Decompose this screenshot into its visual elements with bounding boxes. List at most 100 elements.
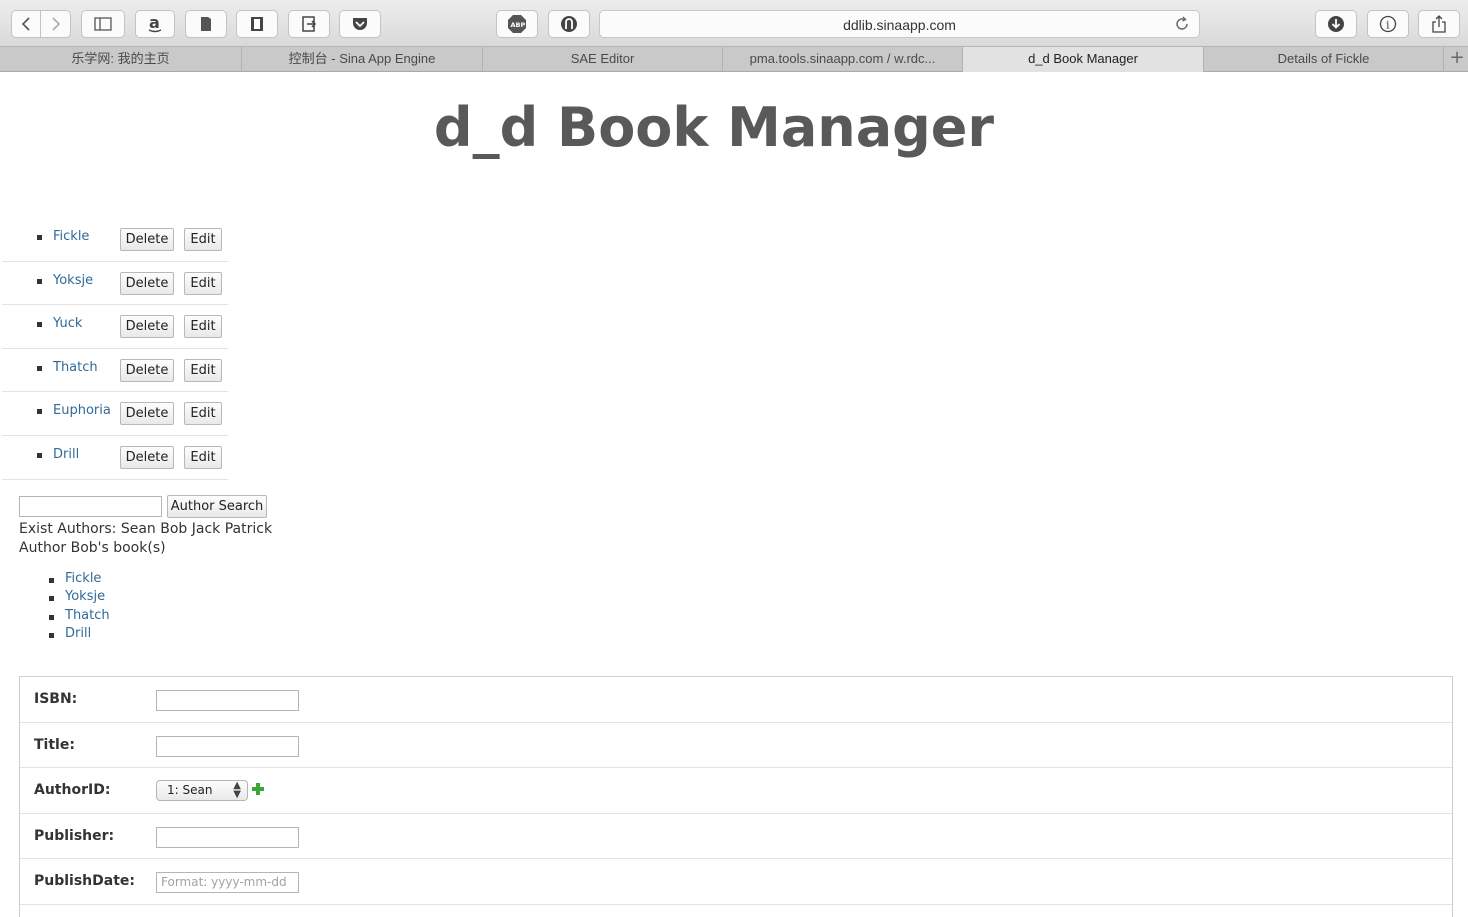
svg-text:a: a (149, 14, 160, 32)
share-out-icon (302, 16, 317, 32)
book-list: Fickle Delete Edit Yoksje Delete Edit Yu… (2, 218, 228, 480)
browser-toolbar: a ABP ddlib.sinaapp.com i (0, 0, 1468, 46)
book-row: Fickle Delete Edit (2, 218, 228, 262)
delete-button[interactable]: Delete (120, 445, 174, 469)
download-icon (1328, 16, 1344, 32)
book-link[interactable]: Yoksje (53, 273, 93, 288)
download-button[interactable] (1315, 10, 1357, 38)
book-link[interactable]: Yuck (53, 316, 82, 331)
publishdate-label: PublishDate: (34, 873, 136, 890)
edit-button[interactable]: Edit (184, 402, 222, 426)
sidebar-icon (94, 17, 112, 31)
form-row-isbn: ISBN: (20, 677, 1452, 723)
delete-button[interactable]: Delete (120, 271, 174, 295)
bullet-icon (37, 235, 42, 240)
bullet-icon (37, 409, 42, 415)
publishdate-field[interactable]: Format: yyyy-mm-dd (156, 872, 299, 894)
edit-button[interactable]: Edit (184, 358, 222, 382)
authorid-select[interactable]: 1: Sean ▲ ▼ (156, 780, 248, 802)
adblock-button[interactable]: ABP (496, 10, 538, 38)
bullet-icon (49, 578, 54, 583)
info-button[interactable]: i (1367, 10, 1409, 38)
reader-icon (251, 17, 263, 31)
author-books-heading: Author Bob's book(s) (19, 540, 166, 556)
share-icon (1432, 15, 1446, 33)
reader-button[interactable] (236, 10, 278, 38)
title-label: Title: (34, 736, 75, 753)
edit-button[interactable]: Edit (184, 228, 222, 251)
pocket-button[interactable] (339, 10, 381, 38)
tab-book-manager[interactable]: d_d Book Manager (963, 47, 1204, 72)
delete-button[interactable]: Delete (120, 358, 174, 382)
form-row-title: Title: (20, 723, 1452, 769)
author-search-button[interactable]: Author Search (167, 495, 267, 518)
book-link[interactable]: Drill (53, 447, 79, 462)
back-button[interactable] (11, 10, 41, 38)
bullet-icon (49, 632, 54, 638)
tab-sae-console[interactable]: 控制台 - Sina App Engine (242, 47, 483, 72)
add-book-form: ISBN: Title: AuthorID: 1: Sean ▲ ▼ Publis… (19, 676, 1453, 917)
book-row: Yoksje Delete Edit (2, 262, 228, 306)
tab-pma-tools[interactable]: pma.tools.sinaapp.com / w.rdc... (723, 47, 963, 72)
author-search-input[interactable] (19, 496, 162, 517)
back-icon (21, 17, 30, 31)
authorid-label: AuthorID: (34, 782, 111, 799)
address-bar[interactable]: ddlib.sinaapp.com (599, 10, 1200, 38)
svg-text:ABP: ABP (511, 21, 526, 29)
add-author-icon[interactable] (252, 783, 264, 796)
amazon-button[interactable]: a (135, 10, 175, 38)
tab-details-fickle[interactable]: Details of Fickle (1204, 47, 1444, 72)
form-row-publishdate: PublishDate: Format: yyyy-mm-dd (20, 859, 1452, 905)
publisher-field[interactable] (156, 826, 299, 848)
delete-button[interactable]: Delete (120, 228, 174, 251)
author-book-link[interactable]: Thatch (65, 608, 110, 623)
book-row: Euphoria Delete Edit (2, 392, 228, 436)
book-link[interactable]: Thatch (53, 360, 98, 375)
bookmark-icon (201, 17, 211, 31)
ghostery-icon (561, 16, 577, 32)
bullet-icon (37, 365, 42, 371)
bullet-icon (49, 614, 54, 620)
adblock-icon: ABP (508, 15, 526, 33)
book-link[interactable]: Fickle (53, 229, 89, 244)
select-arrows-icon: ▲ ▼ (233, 780, 241, 801)
share-out-button[interactable] (288, 10, 330, 38)
sidebar-button[interactable] (81, 10, 125, 38)
bullet-icon (37, 452, 42, 458)
ghostery-button[interactable] (548, 10, 590, 38)
edit-button[interactable]: Edit (184, 315, 222, 339)
tab-bar: 乐学网: 我的主页 控制台 - Sina App Engine SAE Edit… (0, 46, 1468, 72)
tab-sae-editor[interactable]: SAE Editor (483, 47, 723, 72)
tab-lexue[interactable]: 乐学网: 我的主页 (0, 47, 242, 72)
bookmark-button[interactable] (185, 10, 227, 38)
form-row-authorid: AuthorID: 1: Sean ▲ ▼ (20, 768, 1452, 814)
bullet-icon (49, 596, 54, 602)
info-icon: i (1379, 15, 1397, 33)
delete-button[interactable]: Delete (120, 315, 174, 339)
reload-icon[interactable] (1173, 15, 1191, 33)
isbn-label: ISBN: (34, 691, 78, 707)
author-book-link[interactable]: Fickle (65, 571, 101, 586)
forward-icon (51, 17, 60, 31)
exist-authors-text: Exist Authors: Sean Bob Jack Patrick (19, 521, 273, 537)
bullet-icon (37, 278, 42, 284)
edit-button[interactable]: Edit (184, 271, 222, 295)
svg-text:i: i (1386, 19, 1390, 32)
title-field[interactable] (156, 735, 299, 757)
author-book-link[interactable]: Yoksje (65, 589, 105, 604)
authorid-selected-value: 1: Sean (167, 783, 213, 798)
book-row: Drill Delete Edit (2, 436, 228, 480)
form-row-publisher: Publisher: (20, 814, 1452, 860)
book-link[interactable]: Euphoria (53, 403, 111, 418)
book-row: Yuck Delete Edit (2, 305, 228, 349)
url-text: ddlib.sinaapp.com (843, 17, 956, 33)
share-button[interactable] (1418, 10, 1460, 38)
author-book-link[interactable]: Drill (65, 626, 91, 641)
amazon-icon: a (148, 14, 162, 33)
delete-button[interactable]: Delete (120, 402, 174, 426)
forward-button[interactable] (41, 10, 71, 38)
new-tab-button[interactable]: + (1446, 47, 1468, 72)
pocket-icon (353, 18, 367, 30)
isbn-field[interactable] (156, 690, 299, 711)
edit-button[interactable]: Edit (184, 445, 222, 469)
